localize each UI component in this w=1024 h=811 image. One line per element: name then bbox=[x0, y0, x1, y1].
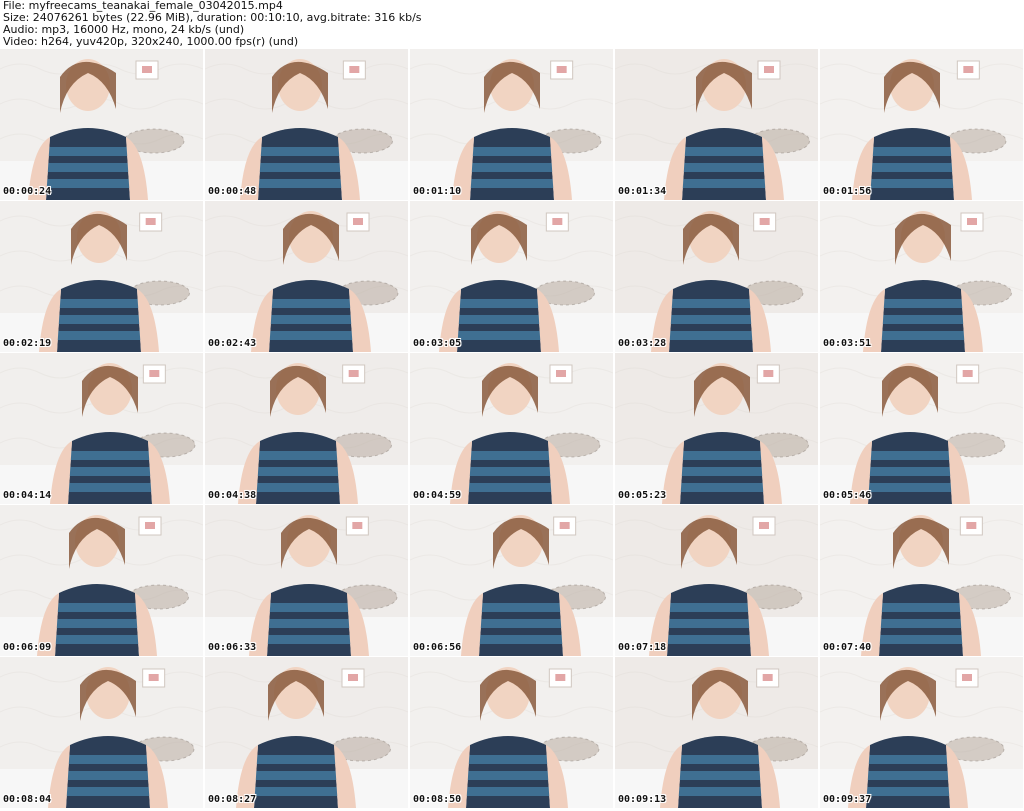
timestamp-label: 00:03:05 bbox=[413, 338, 462, 349]
frame-image bbox=[410, 201, 613, 352]
timestamp-label: 00:01:56 bbox=[823, 186, 872, 197]
video-thumbnail: 00:02:43 bbox=[205, 201, 408, 352]
timestamp-label: 00:05:46 bbox=[823, 490, 872, 501]
video-thumbnail: 00:00:24 bbox=[0, 49, 203, 200]
frame-image bbox=[615, 505, 818, 656]
frame-image bbox=[820, 657, 1023, 808]
timestamp-label: 00:00:48 bbox=[208, 186, 257, 197]
timestamp-label: 00:06:09 bbox=[3, 642, 52, 653]
frame-image bbox=[615, 657, 818, 808]
timestamp-label: 00:06:56 bbox=[413, 642, 462, 653]
frame-image bbox=[205, 505, 408, 656]
frame-image bbox=[820, 505, 1023, 656]
thumbnail-grid: 00:00:24 00:00:48 00:01:10 00:01:34 00:0… bbox=[0, 49, 1024, 809]
frame-image bbox=[820, 201, 1023, 352]
frame-image bbox=[205, 201, 408, 352]
frame-image bbox=[410, 49, 613, 200]
timestamp-label: 00:09:13 bbox=[618, 794, 667, 805]
video-thumbnail: 00:03:05 bbox=[410, 201, 613, 352]
video-thumbnail: 00:01:10 bbox=[410, 49, 613, 200]
timestamp-label: 00:08:27 bbox=[208, 794, 257, 805]
frame-image bbox=[205, 353, 408, 504]
video-thumbnail: 00:07:18 bbox=[615, 505, 818, 656]
timestamp-label: 00:07:18 bbox=[618, 642, 667, 653]
timestamp-label: 00:01:34 bbox=[618, 186, 667, 197]
timestamp-label: 00:06:33 bbox=[208, 642, 257, 653]
frame-image bbox=[820, 49, 1023, 200]
frame-image bbox=[0, 353, 203, 504]
frame-image bbox=[410, 657, 613, 808]
timestamp-label: 00:02:43 bbox=[208, 338, 257, 349]
timestamp-label: 00:08:50 bbox=[413, 794, 462, 805]
video-thumbnail: 00:05:23 bbox=[615, 353, 818, 504]
timestamp-label: 00:00:24 bbox=[3, 186, 52, 197]
video-thumbnail: 00:07:40 bbox=[820, 505, 1023, 656]
video-thumbnail: 00:06:56 bbox=[410, 505, 613, 656]
timestamp-label: 00:02:19 bbox=[3, 338, 52, 349]
video-thumbnail: 00:09:37 bbox=[820, 657, 1023, 808]
video-line: Video: h264, yuv420p, 320x240, 1000.00 f… bbox=[3, 35, 299, 48]
video-thumbnail: 00:06:33 bbox=[205, 505, 408, 656]
video-thumbnail: 00:03:51 bbox=[820, 201, 1023, 352]
frame-image bbox=[0, 49, 203, 200]
timestamp-label: 00:03:51 bbox=[823, 338, 872, 349]
timestamp-label: 00:05:23 bbox=[618, 490, 667, 501]
timestamp-label: 00:01:10 bbox=[413, 186, 462, 197]
video-thumbnail: 00:08:27 bbox=[205, 657, 408, 808]
frame-image bbox=[0, 657, 203, 808]
frame-image bbox=[0, 201, 203, 352]
video-thumbnail: 00:02:19 bbox=[0, 201, 203, 352]
file-info-header: File: myfreecams_teanakai_female_0304201… bbox=[3, 0, 1021, 48]
timestamp-label: 00:04:38 bbox=[208, 490, 257, 501]
video-thumbnail: 00:04:38 bbox=[205, 353, 408, 504]
video-thumbnail: 00:00:48 bbox=[205, 49, 408, 200]
frame-image bbox=[205, 49, 408, 200]
timestamp-label: 00:08:04 bbox=[3, 794, 52, 805]
video-thumbnail: 00:04:59 bbox=[410, 353, 613, 504]
frame-image bbox=[615, 49, 818, 200]
video-thumbnail: 00:01:34 bbox=[615, 49, 818, 200]
timestamp-label: 00:09:37 bbox=[823, 794, 872, 805]
video-thumbnail: 00:05:46 bbox=[820, 353, 1023, 504]
video-thumbnail: 00:08:50 bbox=[410, 657, 613, 808]
video-thumbnail: 00:01:56 bbox=[820, 49, 1023, 200]
timestamp-label: 00:07:40 bbox=[823, 642, 872, 653]
frame-image bbox=[615, 201, 818, 352]
video-thumbnail: 00:06:09 bbox=[0, 505, 203, 656]
frame-image bbox=[615, 353, 818, 504]
timestamp-label: 00:04:59 bbox=[413, 490, 462, 501]
frame-image bbox=[205, 657, 408, 808]
frame-image bbox=[820, 353, 1023, 504]
timestamp-label: 00:04:14 bbox=[3, 490, 52, 501]
frame-image bbox=[410, 353, 613, 504]
video-thumbnail: 00:08:04 bbox=[0, 657, 203, 808]
frame-image bbox=[0, 505, 203, 656]
timestamp-label: 00:03:28 bbox=[618, 338, 667, 349]
frame-image bbox=[410, 505, 613, 656]
video-thumbnail: 00:09:13 bbox=[615, 657, 818, 808]
video-thumbnail: 00:03:28 bbox=[615, 201, 818, 352]
video-thumbnail: 00:04:14 bbox=[0, 353, 203, 504]
